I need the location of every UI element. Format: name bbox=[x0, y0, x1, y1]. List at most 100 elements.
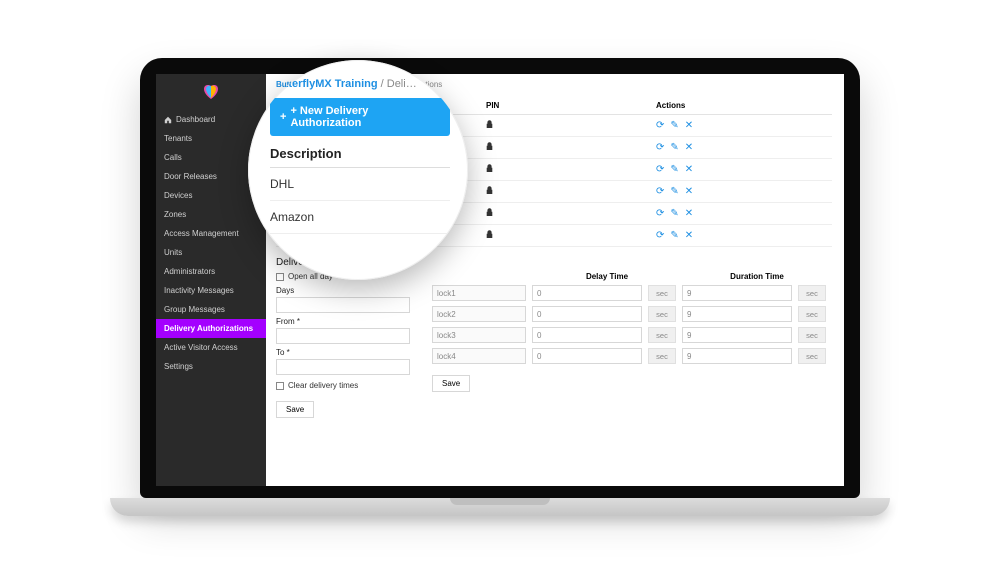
sidebar-item-settings[interactable]: Settings bbox=[156, 357, 266, 376]
delete-icon[interactable]: ✕ bbox=[685, 209, 693, 219]
home-icon bbox=[164, 116, 172, 124]
th-pin: PIN bbox=[486, 101, 656, 110]
sec-label: sec bbox=[798, 348, 826, 364]
delete-icon[interactable]: ✕ bbox=[685, 121, 693, 131]
sidebar-item-label: Tenants bbox=[164, 134, 192, 143]
logo-icon bbox=[202, 84, 220, 102]
to-input[interactable] bbox=[276, 359, 410, 375]
sidebar-item-label: Access Management bbox=[164, 229, 239, 238]
locks-panel: Delay Time Duration Time lock1 0 sec 9 s… bbox=[432, 272, 832, 418]
refresh-icon[interactable]: ⟳ bbox=[656, 209, 664, 219]
open-all-day-checkbox[interactable] bbox=[276, 273, 284, 281]
new-delivery-authorization-button[interactable]: + + New Delivery Authorization bbox=[270, 98, 450, 136]
from-input[interactable] bbox=[276, 328, 410, 344]
save-delivery-times-button[interactable]: Save bbox=[276, 401, 314, 418]
magnifier-row: DHL bbox=[270, 168, 450, 201]
th-actions: Actions bbox=[656, 101, 832, 110]
lock-name-cell: lock2 bbox=[432, 306, 526, 322]
sidebar-item-label: Door Releases bbox=[164, 172, 217, 181]
lock-name-cell: lock4 bbox=[432, 348, 526, 364]
edit-icon[interactable]: ✎ bbox=[670, 165, 678, 175]
sidebar-item-label: Devices bbox=[164, 191, 192, 200]
edit-icon[interactable]: ✎ bbox=[670, 143, 678, 153]
duration-time-header: Duration Time bbox=[682, 272, 832, 281]
lock-icon bbox=[486, 230, 493, 239]
duration-input[interactable]: 9 bbox=[682, 348, 792, 364]
duration-input[interactable]: 9 bbox=[682, 327, 792, 343]
lock-icon bbox=[486, 186, 493, 195]
sidebar-item-group-messages[interactable]: Group Messages bbox=[156, 300, 266, 319]
duration-input[interactable]: 9 bbox=[682, 285, 792, 301]
sidebar-item-active-visitor-access[interactable]: Active Visitor Access bbox=[156, 338, 266, 357]
refresh-icon[interactable]: ⟳ bbox=[656, 187, 664, 197]
sidebar-item-label: Active Visitor Access bbox=[164, 343, 238, 352]
magnifier-row: Amazon bbox=[270, 201, 450, 234]
lock-row: lock1 0 sec 9 sec bbox=[432, 285, 832, 301]
delay-input[interactable]: 0 bbox=[532, 327, 642, 343]
sidebar-item-label: Dashboard bbox=[176, 115, 215, 124]
sidebar-item-label: Settings bbox=[164, 362, 193, 371]
screen-bezel: Dashboard Tenants Calls Door Releases De… bbox=[140, 58, 860, 498]
edit-icon[interactable]: ✎ bbox=[670, 187, 678, 197]
delay-input[interactable]: 0 bbox=[532, 285, 642, 301]
lock-row: lock2 0 sec 9 sec bbox=[432, 306, 832, 322]
clear-delivery-times-label: Clear delivery times bbox=[288, 381, 358, 390]
plus-icon: + bbox=[280, 111, 286, 123]
delay-input[interactable]: 0 bbox=[532, 348, 642, 364]
sidebar-item-dashboard[interactable]: Dashboard bbox=[156, 110, 266, 129]
laptop-frame: Dashboard Tenants Calls Door Releases De… bbox=[140, 58, 860, 528]
sidebar-item-label: Units bbox=[164, 248, 182, 257]
sidebar-item-delivery-authorizations[interactable]: Delivery Authorizations bbox=[156, 319, 266, 338]
edit-icon[interactable]: ✎ bbox=[670, 121, 678, 131]
sidebar-item-units[interactable]: Units bbox=[156, 243, 266, 262]
days-label: Days bbox=[276, 286, 410, 295]
magnifier-description-header: Description bbox=[270, 146, 450, 168]
delete-icon[interactable]: ✕ bbox=[685, 231, 693, 241]
lock-name-cell: lock1 bbox=[432, 285, 526, 301]
sidebar-item-administrators[interactable]: Administrators bbox=[156, 262, 266, 281]
sidebar-item-inactivity-messages[interactable]: Inactivity Messages bbox=[156, 281, 266, 300]
lock-icon bbox=[486, 120, 493, 129]
delete-icon[interactable]: ✕ bbox=[685, 165, 693, 175]
days-input[interactable] bbox=[276, 297, 410, 313]
save-locks-button[interactable]: Save bbox=[432, 375, 470, 392]
sec-label: sec bbox=[648, 348, 676, 364]
trackpad-notch bbox=[450, 498, 550, 505]
edit-icon[interactable]: ✎ bbox=[670, 231, 678, 241]
refresh-icon[interactable]: ⟳ bbox=[656, 121, 664, 131]
delay-input[interactable]: 0 bbox=[532, 306, 642, 322]
refresh-icon[interactable]: ⟳ bbox=[656, 165, 664, 175]
new-delivery-authorization-label: + New Delivery Authorization bbox=[290, 105, 440, 129]
edit-icon[interactable]: ✎ bbox=[670, 209, 678, 219]
lock-row: lock3 0 sec 9 sec bbox=[432, 327, 832, 343]
clear-delivery-times-checkbox[interactable] bbox=[276, 382, 284, 390]
sidebar-item-label: Delivery Authorizations bbox=[164, 324, 253, 333]
duration-input[interactable]: 9 bbox=[682, 306, 792, 322]
from-label: From * bbox=[276, 317, 410, 326]
sec-label: sec bbox=[798, 306, 826, 322]
sec-label: sec bbox=[798, 327, 826, 343]
lock-icon bbox=[486, 208, 493, 217]
sec-label: sec bbox=[798, 285, 826, 301]
sidebar: Dashboard Tenants Calls Door Releases De… bbox=[156, 74, 266, 486]
sidebar-item-label: Group Messages bbox=[164, 305, 225, 314]
lock-icon bbox=[486, 142, 493, 151]
sec-label: sec bbox=[648, 306, 676, 322]
delete-icon[interactable]: ✕ bbox=[685, 143, 693, 153]
sec-label: sec bbox=[648, 327, 676, 343]
lock-row: lock4 0 sec 9 sec bbox=[432, 348, 832, 364]
lock-name-cell: lock3 bbox=[432, 327, 526, 343]
sidebar-item-access-management[interactable]: Access Management bbox=[156, 224, 266, 243]
refresh-icon[interactable]: ⟳ bbox=[656, 231, 664, 241]
delivery-times-form: Open all day Days From * To * Clear deli… bbox=[276, 272, 410, 418]
sidebar-item-zones[interactable]: Zones bbox=[156, 205, 266, 224]
magnifier-overlay: ButterflyMX Training / Deli… + + New Del… bbox=[248, 60, 468, 280]
sidebar-item-tenants[interactable]: Tenants bbox=[156, 129, 266, 148]
sidebar-item-label: Calls bbox=[164, 153, 182, 162]
to-label: To * bbox=[276, 348, 410, 357]
lock-icon bbox=[486, 164, 493, 173]
delete-icon[interactable]: ✕ bbox=[685, 187, 693, 197]
sidebar-item-label: Zones bbox=[164, 210, 186, 219]
refresh-icon[interactable]: ⟳ bbox=[656, 143, 664, 153]
delay-time-header: Delay Time bbox=[532, 272, 682, 281]
